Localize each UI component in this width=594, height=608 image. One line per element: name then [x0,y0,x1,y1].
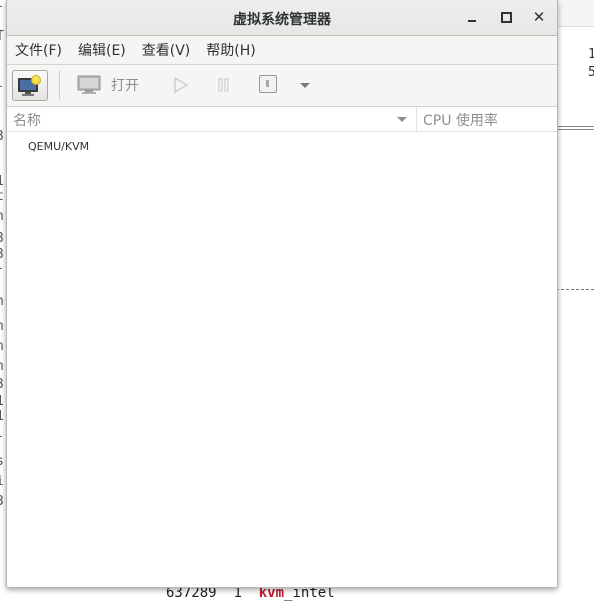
new-vm-button[interactable] [12,70,48,101]
menu-view[interactable]: 查看(V) [136,38,197,62]
maximize-icon [500,11,512,23]
shutdown-icon[interactable] [259,75,277,93]
menu-help[interactable]: 帮助(H) [200,38,261,62]
toolbar-separator [59,70,60,100]
minimize-button[interactable] [463,8,481,26]
terminal-right-text: 1 5 [588,47,594,80]
terminal-rule [556,129,594,130]
close-icon: ✕ [532,7,546,26]
close-button[interactable]: ✕ [530,8,548,26]
terminal-header [556,0,594,27]
run-icon[interactable] [173,77,189,93]
minimize-icon [468,20,476,22]
title-bar[interactable]: 虚拟系统管理器 ✕ [7,0,557,36]
column-cpu-usage[interactable]: CPU 使用率 [423,110,498,130]
list-header: 名称 CPU 使用率 [7,107,557,132]
pause-icon[interactable] [217,78,231,92]
list-item[interactable]: QEMU/KVM [28,140,89,153]
open-button-label: 打开 [111,78,139,94]
open-button[interactable]: 打开 [77,75,139,95]
virt-manager-window: 虚拟系统管理器 ✕ 文件(F) 编辑(E) 查看(V) 帮助(H) 打开 名称 … [6,0,558,588]
terminal-rule [556,126,594,127]
column-divider[interactable] [416,107,417,131]
new-vm-icon [18,74,41,96]
maximize-button[interactable] [497,8,515,26]
terminal-bottom-line: 637289 1 kvm_intel [166,585,335,601]
shutdown-dropdown-icon[interactable] [300,83,310,88]
terminal-dashed-rule [556,289,594,290]
menu-edit[interactable]: 编辑(E) [72,38,132,62]
toolbar: 打开 [7,65,557,107]
column-name[interactable]: 名称 [13,110,41,130]
monitor-icon [77,75,101,94]
sort-arrow-icon[interactable] [397,117,407,122]
menu-file[interactable]: 文件(F) [9,38,68,62]
menu-bar: 文件(F) 编辑(E) 查看(V) 帮助(H) [7,36,557,65]
